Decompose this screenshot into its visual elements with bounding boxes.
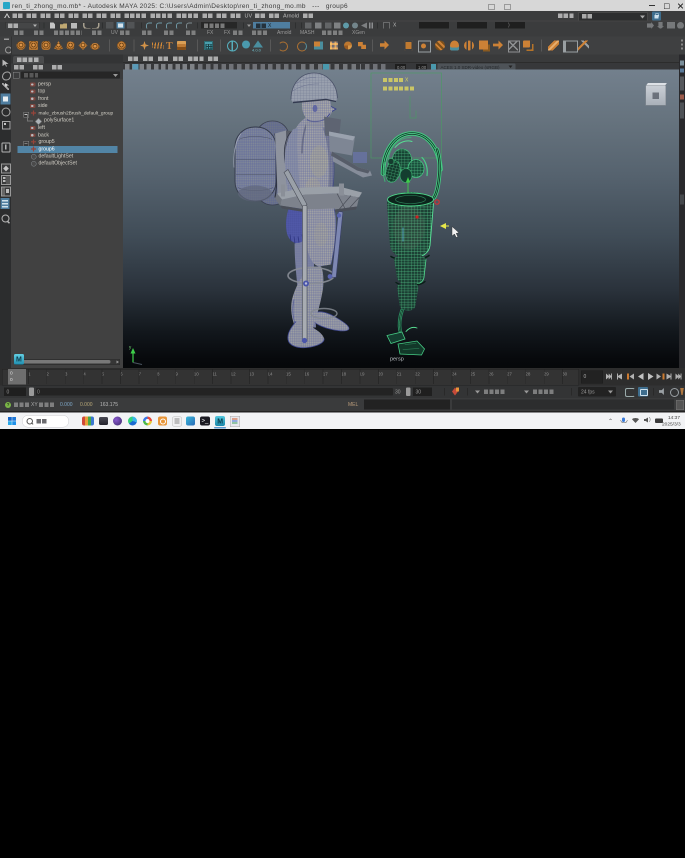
svg-text:y: y	[129, 345, 132, 350]
svg-text:persp: persp	[390, 357, 404, 363]
